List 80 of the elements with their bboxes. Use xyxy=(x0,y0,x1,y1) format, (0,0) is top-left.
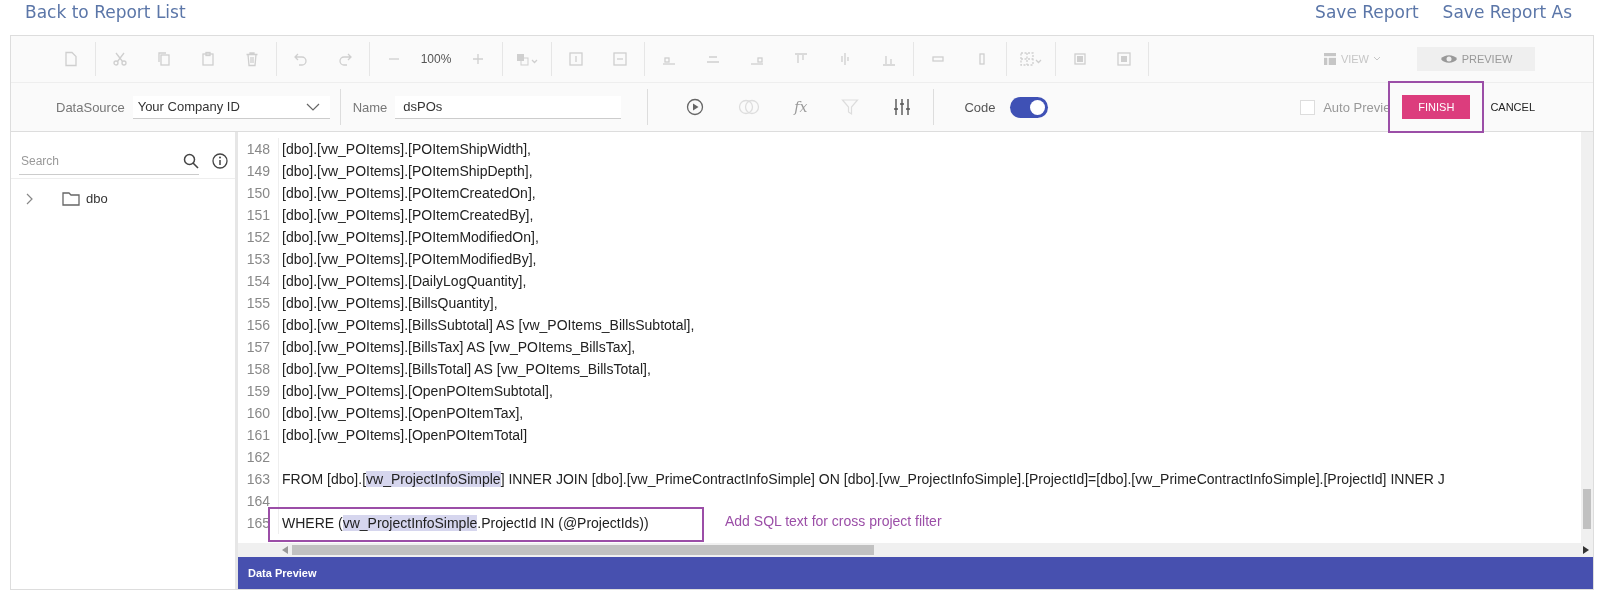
chevron-down-icon xyxy=(305,102,320,111)
sliders-icon[interactable] xyxy=(893,98,912,116)
code-toggle[interactable] xyxy=(1009,96,1048,118)
line-number: 149 xyxy=(238,160,279,182)
line-number: 164 xyxy=(238,490,279,512)
code-line: WHERE (vw_ProjectInfoSimple.ProjectId IN (@ProjectIds)) xyxy=(281,514,649,533)
line-number: 158 xyxy=(238,358,279,380)
line-number: 161 xyxy=(238,424,279,446)
line-number: 157 xyxy=(238,336,279,358)
annotation-text: Add SQL text for cross project filter xyxy=(725,512,942,531)
code-line: [dbo].[vw_POItems].[BillsTotal] AS [vw_POItems_BillsTotal], xyxy=(281,360,651,379)
file-icon[interactable] xyxy=(63,51,79,67)
code-line: [dbo].[vw_POItems].[BillsTax] AS [vw_POItems_BillsTax], xyxy=(281,338,636,357)
line-number: 155 xyxy=(238,292,279,314)
grid-icon[interactable] xyxy=(1019,51,1043,67)
search-icon[interactable] xyxy=(183,152,199,169)
code-line: [dbo].[vw_POItems].[POItemModifiedOn], xyxy=(281,228,539,247)
line-number: 148 xyxy=(238,138,279,160)
zoom-level: 100% xyxy=(419,52,453,66)
play-icon[interactable] xyxy=(686,98,705,116)
code-line: [dbo].[vw_POItems].[BillsQuantity], xyxy=(281,294,498,313)
cancel-button[interactable]: CANCEL xyxy=(1484,101,1535,113)
horizontal-scrollbar[interactable] xyxy=(238,543,1593,557)
line-number: 156 xyxy=(238,314,279,336)
layout-icon xyxy=(1322,52,1337,66)
code-line: [dbo].[vw_POItems].[POItemShipDepth], xyxy=(281,162,533,181)
size-to-fit-icon[interactable] xyxy=(1072,51,1088,67)
finish-button[interactable]: FINISH xyxy=(1402,95,1471,119)
layers-icon[interactable] xyxy=(515,51,539,67)
line-number: 163 xyxy=(238,468,279,490)
plus-icon[interactable] xyxy=(470,51,486,67)
header-link[interactable]: Save Report As xyxy=(1442,1,1572,23)
vertical-scrollbar[interactable] xyxy=(1581,132,1593,543)
code-label: Code xyxy=(964,99,996,115)
line-number: 160 xyxy=(238,402,279,424)
header-link[interactable]: Save Report xyxy=(1315,1,1419,23)
undo-icon[interactable] xyxy=(293,51,309,67)
datasource-dropdown[interactable]: Your Company ID xyxy=(132,95,330,119)
datasource-label: DataSource xyxy=(56,99,125,115)
clipboard-icon[interactable] xyxy=(200,51,216,67)
copy-icon[interactable] xyxy=(156,51,172,67)
line-number: 153 xyxy=(238,248,279,270)
line-number: 150 xyxy=(238,182,279,204)
code-line: FROM [dbo].[vw_ProjectInfoSimple] INNER JOIN [dbo].[vw_PrimeContractInfoSimple] ON [dbo].[vw_ProjectInfoSimple].[ProjectId]=[dbo].[vw_PrimeContractInfoSimple].[ProjectId] INNER J xyxy=(281,470,1445,489)
scissors-icon[interactable] xyxy=(112,51,128,67)
code-line: [dbo].[vw_POItems].[POItemShipWidth], xyxy=(281,140,531,159)
eye-icon xyxy=(1439,53,1458,65)
filter-icon[interactable] xyxy=(841,98,860,116)
overlapping-circles-icon[interactable] xyxy=(738,98,761,116)
code-line: [dbo].[vw_POItems].[OpenPOItemTotal] xyxy=(281,426,528,445)
line-number: 162 xyxy=(238,446,279,468)
scroll-left-icon[interactable] xyxy=(282,546,288,554)
line-number: 152 xyxy=(238,226,279,248)
code-line: [dbo].[vw_POItems].[POItemCreatedBy], xyxy=(281,206,534,225)
search-field[interactable]: Search xyxy=(19,152,183,169)
line-number: 154 xyxy=(238,270,279,292)
line-number: 151 xyxy=(238,204,279,226)
info-icon[interactable] xyxy=(212,153,228,169)
folder-icon xyxy=(62,191,80,206)
data-preview-title: Data Preview xyxy=(248,567,317,579)
center-icon[interactable] xyxy=(1116,51,1132,67)
code-line: [dbo].[vw_POItems].[POItemModifiedBy], xyxy=(281,250,537,269)
bring-forward-icon[interactable] xyxy=(568,51,584,67)
scroll-right-icon[interactable] xyxy=(1583,546,1589,554)
name-field[interactable]: dsPOs xyxy=(395,95,622,119)
tree-item[interactable]: dbo xyxy=(25,191,235,206)
formula-button[interactable]: fx xyxy=(794,99,808,115)
code-line: [dbo].[vw_POItems].[OpenPOItemTax], xyxy=(281,404,524,423)
line-number: 159 xyxy=(238,380,279,402)
code-line: [dbo].[vw_POItems].[OpenPOItemSubtotal], xyxy=(281,382,553,401)
trash-icon[interactable] xyxy=(244,51,260,67)
code-line: [dbo].[vw_POItems].[BillsSubtotal] AS [vw_POItems_BillsSubtotal], xyxy=(281,316,695,335)
back-link[interactable]: Back to Report List xyxy=(25,1,186,23)
redo-icon[interactable] xyxy=(337,51,353,67)
code-line: [dbo].[vw_POItems].[DailyLogQuantity], xyxy=(281,272,527,291)
chevron-icon[interactable] xyxy=(25,192,33,205)
name-label: Name xyxy=(352,99,388,115)
send-backward-icon[interactable] xyxy=(612,51,628,67)
caret-icon xyxy=(1373,56,1381,62)
code-line: [dbo].[vw_POItems].[POItemCreatedOn], xyxy=(281,184,536,203)
